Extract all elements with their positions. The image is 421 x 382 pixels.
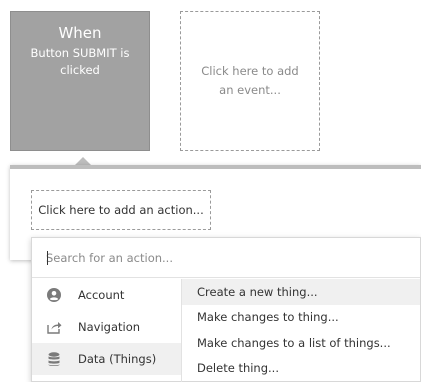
action-make-changes-to-thing[interactable]: Make changes to thing...: [182, 305, 420, 331]
action-list: Create a new thing... Make changes to th…: [181, 279, 420, 382]
add-action-label: Click here to add an action...: [38, 203, 204, 217]
action-label: Make changes to a list of things...: [197, 335, 391, 350]
add-action-button[interactable]: Click here to add an action...: [31, 190, 211, 230]
category-label: Data (Things): [78, 352, 157, 366]
category-label: Account: [78, 288, 125, 302]
action-delete-thing[interactable]: Delete thing...: [182, 356, 420, 382]
person-circle-icon: [46, 287, 62, 303]
category-account[interactable]: Account: [32, 279, 181, 311]
action-picker-dropdown: Account Navigation Data (Things): [31, 237, 421, 382]
action-label: Create a new thing...: [197, 284, 318, 299]
share-arrow-icon: [46, 319, 62, 335]
action-create-new-thing[interactable]: Create a new thing...: [182, 279, 420, 305]
event-description: Button SUBMIT is clicked: [30, 46, 130, 77]
text-cursor: [47, 251, 48, 265]
add-event-button[interactable]: Click here to add an event...: [180, 11, 320, 151]
action-category-list: Account Navigation Data (Things): [32, 279, 181, 382]
category-label: Navigation: [78, 320, 141, 334]
event-card-button-clicked[interactable]: When Button SUBMIT is clicked: [10, 11, 150, 151]
category-data-things[interactable]: Data (Things): [32, 343, 181, 375]
add-event-label: Click here to add an event...: [201, 64, 299, 97]
category-navigation[interactable]: Navigation: [32, 311, 181, 343]
action-label: Make changes to thing...: [197, 310, 339, 325]
action-search-input[interactable]: [32, 238, 420, 278]
event-title: When: [58, 24, 102, 42]
action-label: Delete thing...: [197, 361, 279, 376]
action-make-changes-to-list[interactable]: Make changes to a list of things...: [182, 330, 420, 356]
database-icon: [46, 351, 62, 367]
